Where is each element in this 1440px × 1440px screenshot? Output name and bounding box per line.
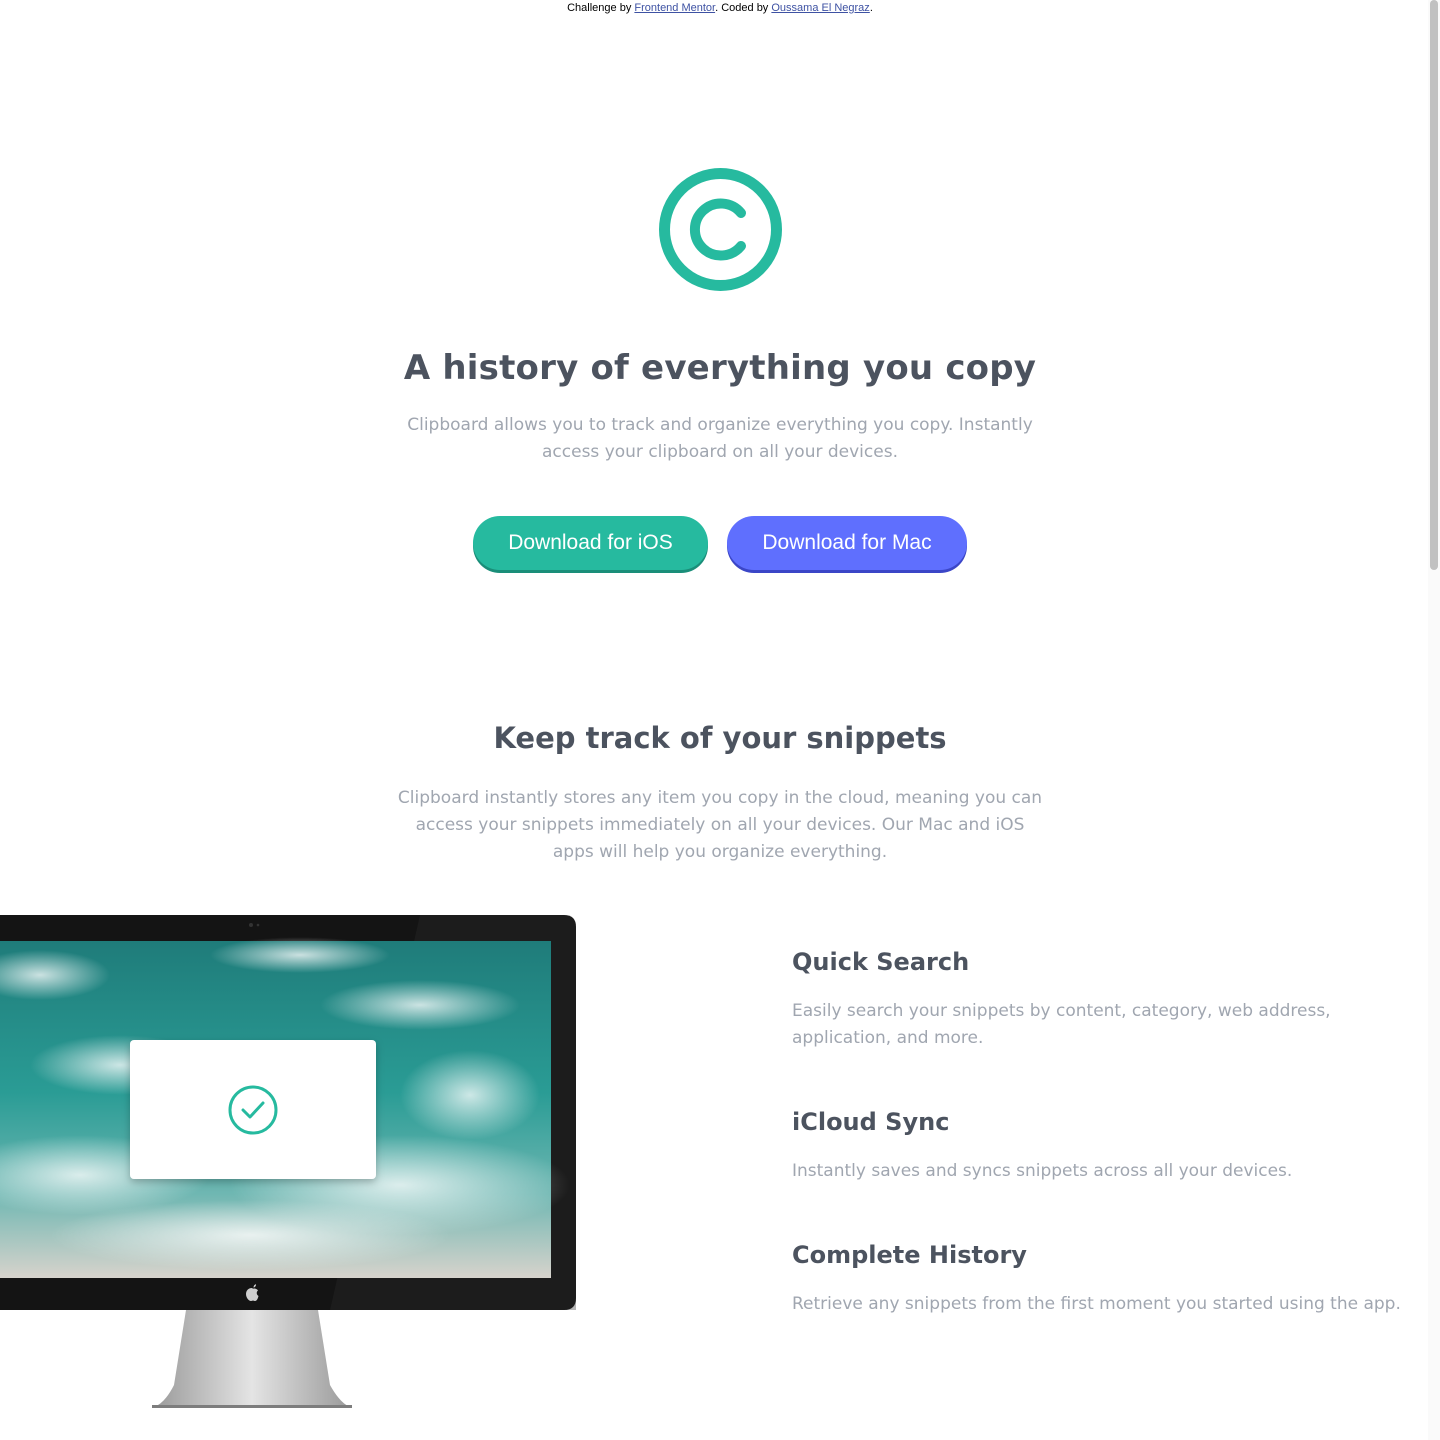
feature-title: iCloud Sync [792,1108,950,1136]
scrollbar-thumb[interactable] [1430,0,1438,570]
download-ios-button[interactable]: Download for iOS [473,516,708,570]
attribution-suffix: . [869,2,873,14]
snippets-title: Keep track of your snippets [493,721,947,755]
feature-icloud-sync: iCloud Sync Instantly saves and syncs sn… [792,1105,1422,1185]
author-link[interactable]: Oussama El Negraz [771,2,869,14]
feature-complete-history: Complete History Retrieve any snippets f… [792,1238,1422,1318]
monitor-illustration [0,915,576,1408]
scrollbar-track[interactable] [1428,0,1440,1440]
feature-text: Easily search your snippets by content, … [792,1001,1331,1048]
download-mac-button[interactable]: Download for Mac [727,516,967,570]
hero-text: Clipboard allows you to track and organi… [407,415,1033,462]
attribution-middle: . Coded by [715,2,772,14]
hero-title: A history of everything you copy [403,348,1037,388]
feature-text: Instantly saves and syncs snippets acros… [792,1161,1293,1181]
snippets-text: Clipboard instantly stores any item you … [397,788,1043,862]
copyright-icon [659,168,782,291]
feature-text: Retrieve any snippets from the first mom… [792,1294,1401,1314]
feature-title: Complete History [792,1241,1027,1269]
attribution: Challenge by Frontend Mentor. Coded by O… [0,2,1440,14]
page: Challenge by Frontend Mentor. Coded by O… [0,0,1440,1440]
attribution-prefix: Challenge by [567,2,635,14]
feature-title: Quick Search [792,948,970,976]
feature-quick-search: Quick Search Easily search your snippets… [792,945,1422,1052]
frontend-mentor-link[interactable]: Frontend Mentor [634,2,715,14]
